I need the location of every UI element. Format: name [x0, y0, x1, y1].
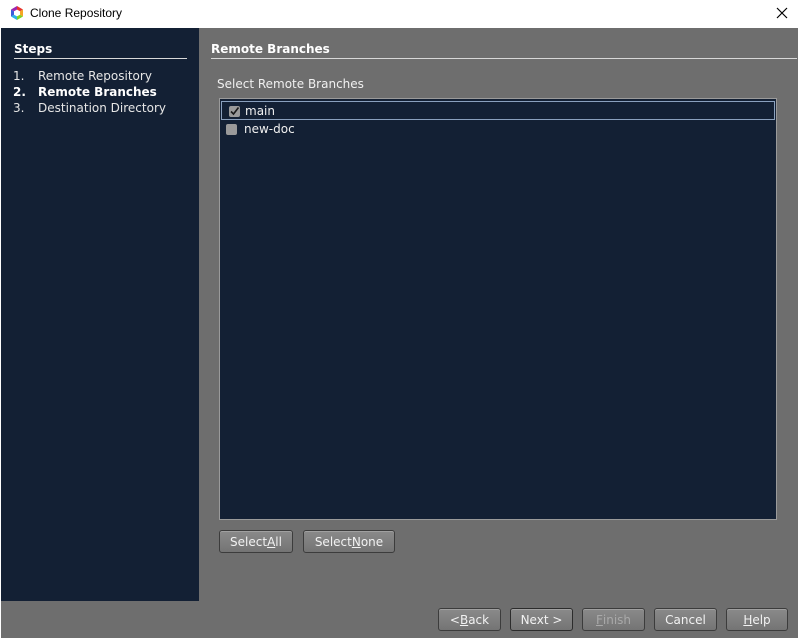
step-destination-directory: 3. Destination Directory	[13, 101, 166, 115]
checkmark-icon	[230, 107, 240, 116]
branches-list-label: Select Remote Branches	[217, 77, 364, 91]
button-label: one	[360, 534, 384, 549]
app-logo-icon	[11, 6, 23, 20]
finish-button[interactable]: Finish	[582, 608, 645, 631]
step-number: 2.	[13, 85, 26, 99]
cancel-button[interactable]: Cancel	[654, 608, 717, 631]
steps-heading: Steps	[14, 42, 187, 59]
steps-panel: Steps 1. Remote Repository 2. Remote Branc…	[1, 28, 199, 601]
button-label: elp	[752, 612, 771, 627]
select-none-button[interactable]: Select None	[303, 530, 395, 553]
button-mnemonic: F	[595, 612, 603, 627]
button-label: ll	[275, 534, 282, 549]
wizard-content: Steps 1. Remote Repository 2. Remote Branc…	[1, 28, 798, 638]
step-number: 3.	[13, 101, 25, 115]
button-label: Next >	[520, 612, 563, 627]
branch-checkbox-main[interactable]	[229, 106, 240, 117]
branch-name: main	[245, 104, 275, 118]
panel-title: Remote Branches	[211, 42, 797, 59]
button-mnemonic: A	[267, 534, 276, 549]
button-mnemonic: N	[351, 534, 361, 549]
branch-row-new-doc[interactable]: new-doc	[221, 120, 775, 139]
button-label: Select	[314, 534, 352, 549]
step-label: Remote Branches	[38, 85, 157, 99]
button-label: ack	[468, 612, 490, 627]
step-label: Remote Repository	[38, 69, 152, 83]
button-label: inish	[602, 612, 632, 627]
branch-list[interactable]: main new-doc	[219, 98, 777, 520]
step-number: 1.	[13, 69, 25, 83]
branch-name: new-doc	[244, 122, 295, 136]
step-remote-branches: 2. Remote Branches	[13, 85, 157, 99]
back-button[interactable]: < Back	[438, 608, 501, 631]
button-label: Select	[230, 534, 268, 549]
next-button[interactable]: Next >	[510, 608, 573, 631]
branch-checkbox-new-doc[interactable]	[226, 124, 237, 135]
close-icon	[776, 7, 788, 19]
button-label: <	[449, 612, 460, 627]
title-bar: Clone Repository	[0, 0, 798, 28]
close-button[interactable]	[766, 0, 798, 26]
branch-row-main[interactable]: main	[221, 101, 775, 120]
window-title: Clone Repository	[30, 6, 123, 20]
button-label: Cancel	[665, 612, 706, 627]
step-label: Destination Directory	[38, 101, 166, 115]
help-button[interactable]: Help	[726, 608, 788, 631]
step-remote-repository: 1. Remote Repository	[13, 69, 152, 83]
button-mnemonic: B	[459, 612, 469, 627]
button-mnemonic: H	[743, 612, 753, 627]
select-all-button[interactable]: Select All	[219, 530, 293, 553]
